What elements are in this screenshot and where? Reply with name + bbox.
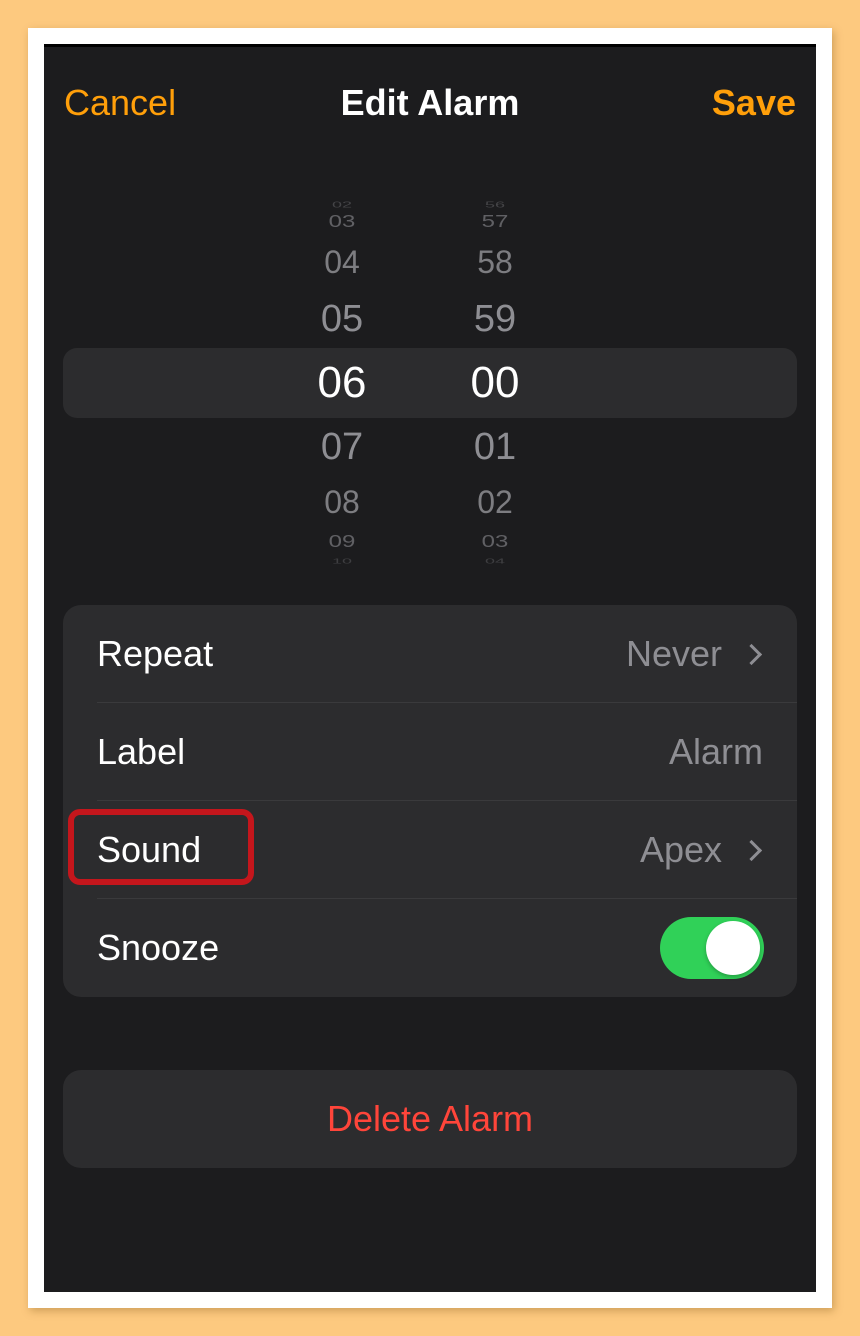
cancel-button[interactable]: Cancel <box>64 82 176 124</box>
hour-option: 08 <box>324 484 360 520</box>
repeat-row[interactable]: Repeat Never <box>63 605 797 703</box>
hour-option: 07 <box>320 426 364 468</box>
label-row[interactable]: Label Alarm <box>63 703 797 801</box>
chevron-right-icon <box>740 839 763 861</box>
selected-minute: 00 <box>470 358 520 407</box>
annotation-highlight-box <box>68 809 254 885</box>
chevron-right-icon <box>740 643 763 665</box>
snooze-label: Snooze <box>97 927 220 968</box>
hour-option: 02 <box>331 200 353 210</box>
hour-option: 05 <box>320 298 364 340</box>
minute-option: 01 <box>473 426 517 468</box>
hour-option: 10 <box>331 557 353 565</box>
alarm-settings-group: Repeat Never Label Alarm Sound Apex Snoo… <box>63 605 797 997</box>
delete-alarm-button[interactable]: Delete Alarm <box>63 1070 797 1168</box>
label-value[interactable]: Alarm <box>669 703 763 801</box>
minute-option: 58 <box>477 244 513 280</box>
hour-option: 03 <box>328 211 356 232</box>
repeat-label: Repeat <box>97 633 214 674</box>
minute-option: 03 <box>481 531 509 552</box>
toggle-knob <box>706 921 760 975</box>
minute-option: 59 <box>473 298 517 340</box>
repeat-value: Never <box>625 633 722 674</box>
picker-selection-band <box>63 348 797 418</box>
sound-value: Apex <box>639 829 722 870</box>
status-bar-edge <box>44 44 816 47</box>
snooze-toggle[interactable] <box>660 917 764 979</box>
minute-option: 57 <box>481 211 509 232</box>
snooze-row: Snooze <box>63 899 797 997</box>
minute-option: 02 <box>477 484 513 520</box>
repeat-value-group: Never <box>626 605 763 703</box>
selected-hour: 06 <box>317 358 367 407</box>
hour-option: 04 <box>324 244 360 280</box>
label-label: Label <box>97 731 186 772</box>
minute-option: 56 <box>484 200 506 210</box>
hour-wheel[interactable]: 02 03 04 05 06 07 08 09 10 <box>287 44 397 604</box>
app-screen: Edit Alarm Cancel Save 02 03 04 05 06 07… <box>44 44 816 1292</box>
minute-option: 04 <box>484 557 506 565</box>
sound-value-group: Apex <box>640 801 763 899</box>
hour-option: 09 <box>328 531 356 552</box>
minute-wheel[interactable]: 56 57 58 59 00 01 02 03 04 <box>440 44 550 604</box>
save-button[interactable]: Save <box>712 82 796 124</box>
label-value-group: Alarm <box>669 703 763 801</box>
delete-alarm-label: Delete Alarm <box>326 1098 534 1139</box>
